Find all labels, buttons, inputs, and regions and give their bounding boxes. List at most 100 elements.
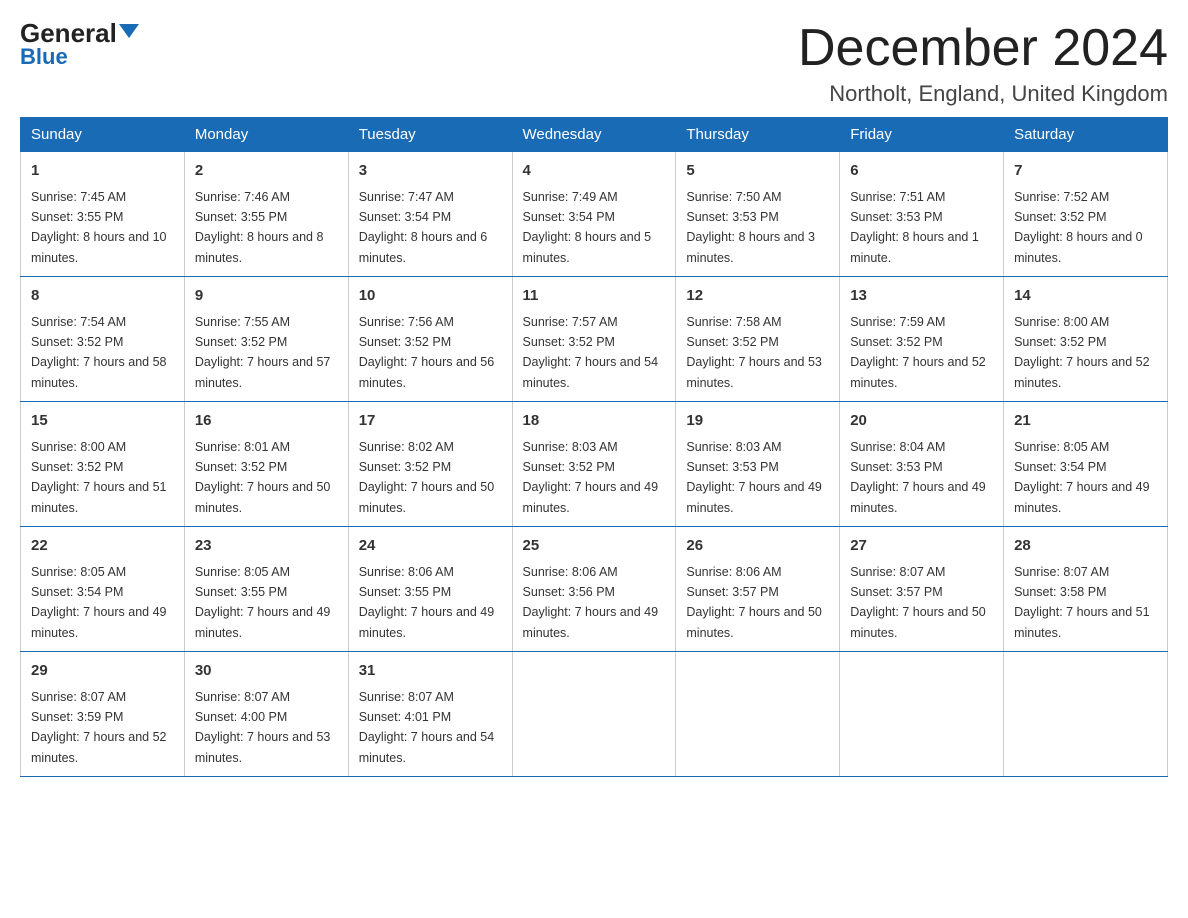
calendar-cell [1004,652,1168,777]
day-info: Sunrise: 7:59 AMSunset: 3:52 PMDaylight:… [850,315,986,390]
day-info: Sunrise: 8:01 AMSunset: 3:52 PMDaylight:… [195,440,331,515]
day-number: 6 [850,160,993,183]
day-number: 5 [686,160,829,183]
day-info: Sunrise: 7:46 AMSunset: 3:55 PMDaylight:… [195,190,324,265]
day-number: 16 [195,410,338,433]
column-header-sunday: Sunday [21,118,185,152]
day-info: Sunrise: 7:54 AMSunset: 3:52 PMDaylight:… [31,315,167,390]
calendar-cell: 12 Sunrise: 7:58 AMSunset: 3:52 PMDayligh… [676,277,840,402]
calendar-cell: 30 Sunrise: 8:07 AMSunset: 4:00 PMDayligh… [184,652,348,777]
week-row-4: 22 Sunrise: 8:05 AMSunset: 3:54 PMDayligh… [21,527,1168,652]
calendar-table: SundayMondayTuesdayWednesdayThursdayFrid… [20,117,1168,777]
logo-blue: Blue [20,44,68,70]
day-info: Sunrise: 7:56 AMSunset: 3:52 PMDaylight:… [359,315,495,390]
logo-general: General [20,20,139,46]
day-number: 31 [359,660,502,683]
day-number: 26 [686,535,829,558]
day-info: Sunrise: 8:07 AMSunset: 4:01 PMDaylight:… [359,690,495,765]
title-section: December 2024 Northolt, England, United … [798,20,1168,107]
column-header-thursday: Thursday [676,118,840,152]
column-header-monday: Monday [184,118,348,152]
day-number: 13 [850,285,993,308]
day-number: 2 [195,160,338,183]
calendar-cell: 27 Sunrise: 8:07 AMSunset: 3:57 PMDayligh… [840,527,1004,652]
calendar-cell: 10 Sunrise: 7:56 AMSunset: 3:52 PMDayligh… [348,277,512,402]
day-info: Sunrise: 8:07 AMSunset: 3:58 PMDaylight:… [1014,565,1150,640]
calendar-cell: 11 Sunrise: 7:57 AMSunset: 3:52 PMDayligh… [512,277,676,402]
week-row-2: 8Sunrise: 7:54 AMSunset: 3:52 PMDaylight… [21,277,1168,402]
day-info: Sunrise: 7:57 AMSunset: 3:52 PMDaylight:… [523,315,659,390]
calendar-cell [676,652,840,777]
day-info: Sunrise: 8:00 AMSunset: 3:52 PMDaylight:… [1014,315,1150,390]
day-number: 7 [1014,160,1157,183]
day-info: Sunrise: 7:47 AMSunset: 3:54 PMDaylight:… [359,190,488,265]
day-number: 11 [523,285,666,308]
calendar-cell: 23Sunrise: 8:05 AMSunset: 3:55 PMDayligh… [184,527,348,652]
day-info: Sunrise: 7:45 AMSunset: 3:55 PMDaylight:… [31,190,167,265]
calendar-cell: 25Sunrise: 8:06 AMSunset: 3:56 PMDayligh… [512,527,676,652]
calendar-cell: 15 Sunrise: 8:00 AMSunset: 3:52 PMDayligh… [21,402,185,527]
day-info: Sunrise: 7:49 AMSunset: 3:54 PMDaylight:… [523,190,652,265]
calendar-cell: 2 Sunrise: 7:46 AMSunset: 3:55 PMDaylight… [184,152,348,277]
day-info: Sunrise: 7:58 AMSunset: 3:52 PMDaylight:… [686,315,822,390]
calendar-cell: 8Sunrise: 7:54 AMSunset: 3:52 PMDaylight… [21,277,185,402]
column-header-saturday: Saturday [1004,118,1168,152]
day-info: Sunrise: 8:07 AMSunset: 3:59 PMDaylight:… [31,690,167,765]
calendar-cell: 29 Sunrise: 8:07 AMSunset: 3:59 PMDayligh… [21,652,185,777]
day-info: Sunrise: 7:52 AMSunset: 3:52 PMDaylight:… [1014,190,1143,265]
day-info: Sunrise: 8:04 AMSunset: 3:53 PMDaylight:… [850,440,986,515]
calendar-cell: 3 Sunrise: 7:47 AMSunset: 3:54 PMDaylight… [348,152,512,277]
day-number: 30 [195,660,338,683]
day-number: 14 [1014,285,1157,308]
day-info: Sunrise: 7:50 AMSunset: 3:53 PMDaylight:… [686,190,815,265]
calendar-cell: 9Sunrise: 7:55 AMSunset: 3:52 PMDaylight… [184,277,348,402]
day-number: 20 [850,410,993,433]
page-header: General Blue December 2024 Northolt, Eng… [20,20,1168,107]
day-number: 25 [523,535,666,558]
month-title: December 2024 [798,20,1168,77]
calendar-cell: 14 Sunrise: 8:00 AMSunset: 3:52 PMDayligh… [1004,277,1168,402]
day-number: 28 [1014,535,1157,558]
day-info: Sunrise: 8:06 AMSunset: 3:55 PMDaylight:… [359,565,495,640]
location-title: Northolt, England, United Kingdom [798,81,1168,107]
calendar-cell: 13 Sunrise: 7:59 AMSunset: 3:52 PMDayligh… [840,277,1004,402]
calendar-cell: 24 Sunrise: 8:06 AMSunset: 3:55 PMDayligh… [348,527,512,652]
calendar-cell: 22 Sunrise: 8:05 AMSunset: 3:54 PMDayligh… [21,527,185,652]
day-number: 3 [359,160,502,183]
day-info: Sunrise: 7:51 AMSunset: 3:53 PMDaylight:… [850,190,979,265]
day-number: 15 [31,410,174,433]
logo: General Blue [20,20,139,70]
day-number: 27 [850,535,993,558]
day-info: Sunrise: 8:07 AMSunset: 3:57 PMDaylight:… [850,565,986,640]
day-number: 1 [31,160,174,183]
day-info: Sunrise: 7:55 AMSunset: 3:52 PMDaylight:… [195,315,331,390]
day-number: 4 [523,160,666,183]
day-info: Sunrise: 8:07 AMSunset: 4:00 PMDaylight:… [195,690,331,765]
day-info: Sunrise: 8:03 AMSunset: 3:52 PMDaylight:… [523,440,659,515]
calendar-cell [840,652,1004,777]
day-number: 29 [31,660,174,683]
column-header-tuesday: Tuesday [348,118,512,152]
calendar-cell: 21 Sunrise: 8:05 AMSunset: 3:54 PMDayligh… [1004,402,1168,527]
week-row-5: 29 Sunrise: 8:07 AMSunset: 3:59 PMDayligh… [21,652,1168,777]
day-number: 23 [195,535,338,558]
calendar-cell: 31 Sunrise: 8:07 AMSunset: 4:01 PMDayligh… [348,652,512,777]
calendar-cell: 17Sunrise: 8:02 AMSunset: 3:52 PMDayligh… [348,402,512,527]
calendar-cell: 4 Sunrise: 7:49 AMSunset: 3:54 PMDaylight… [512,152,676,277]
day-number: 12 [686,285,829,308]
week-row-1: 1 Sunrise: 7:45 AMSunset: 3:55 PMDaylight… [21,152,1168,277]
calendar-cell: 7 Sunrise: 7:52 AMSunset: 3:52 PMDaylight… [1004,152,1168,277]
day-info: Sunrise: 8:00 AMSunset: 3:52 PMDaylight:… [31,440,167,515]
day-number: 10 [359,285,502,308]
week-row-3: 15 Sunrise: 8:00 AMSunset: 3:52 PMDayligh… [21,402,1168,527]
day-info: Sunrise: 8:05 AMSunset: 3:54 PMDaylight:… [31,565,167,640]
calendar-cell: 19Sunrise: 8:03 AMSunset: 3:53 PMDayligh… [676,402,840,527]
day-number: 24 [359,535,502,558]
day-info: Sunrise: 8:05 AMSunset: 3:54 PMDaylight:… [1014,440,1150,515]
day-info: Sunrise: 8:03 AMSunset: 3:53 PMDaylight:… [686,440,822,515]
calendar-cell: 20 Sunrise: 8:04 AMSunset: 3:53 PMDayligh… [840,402,1004,527]
day-number: 22 [31,535,174,558]
logo-triangle-icon [119,24,139,38]
day-number: 17 [359,410,502,433]
day-number: 21 [1014,410,1157,433]
